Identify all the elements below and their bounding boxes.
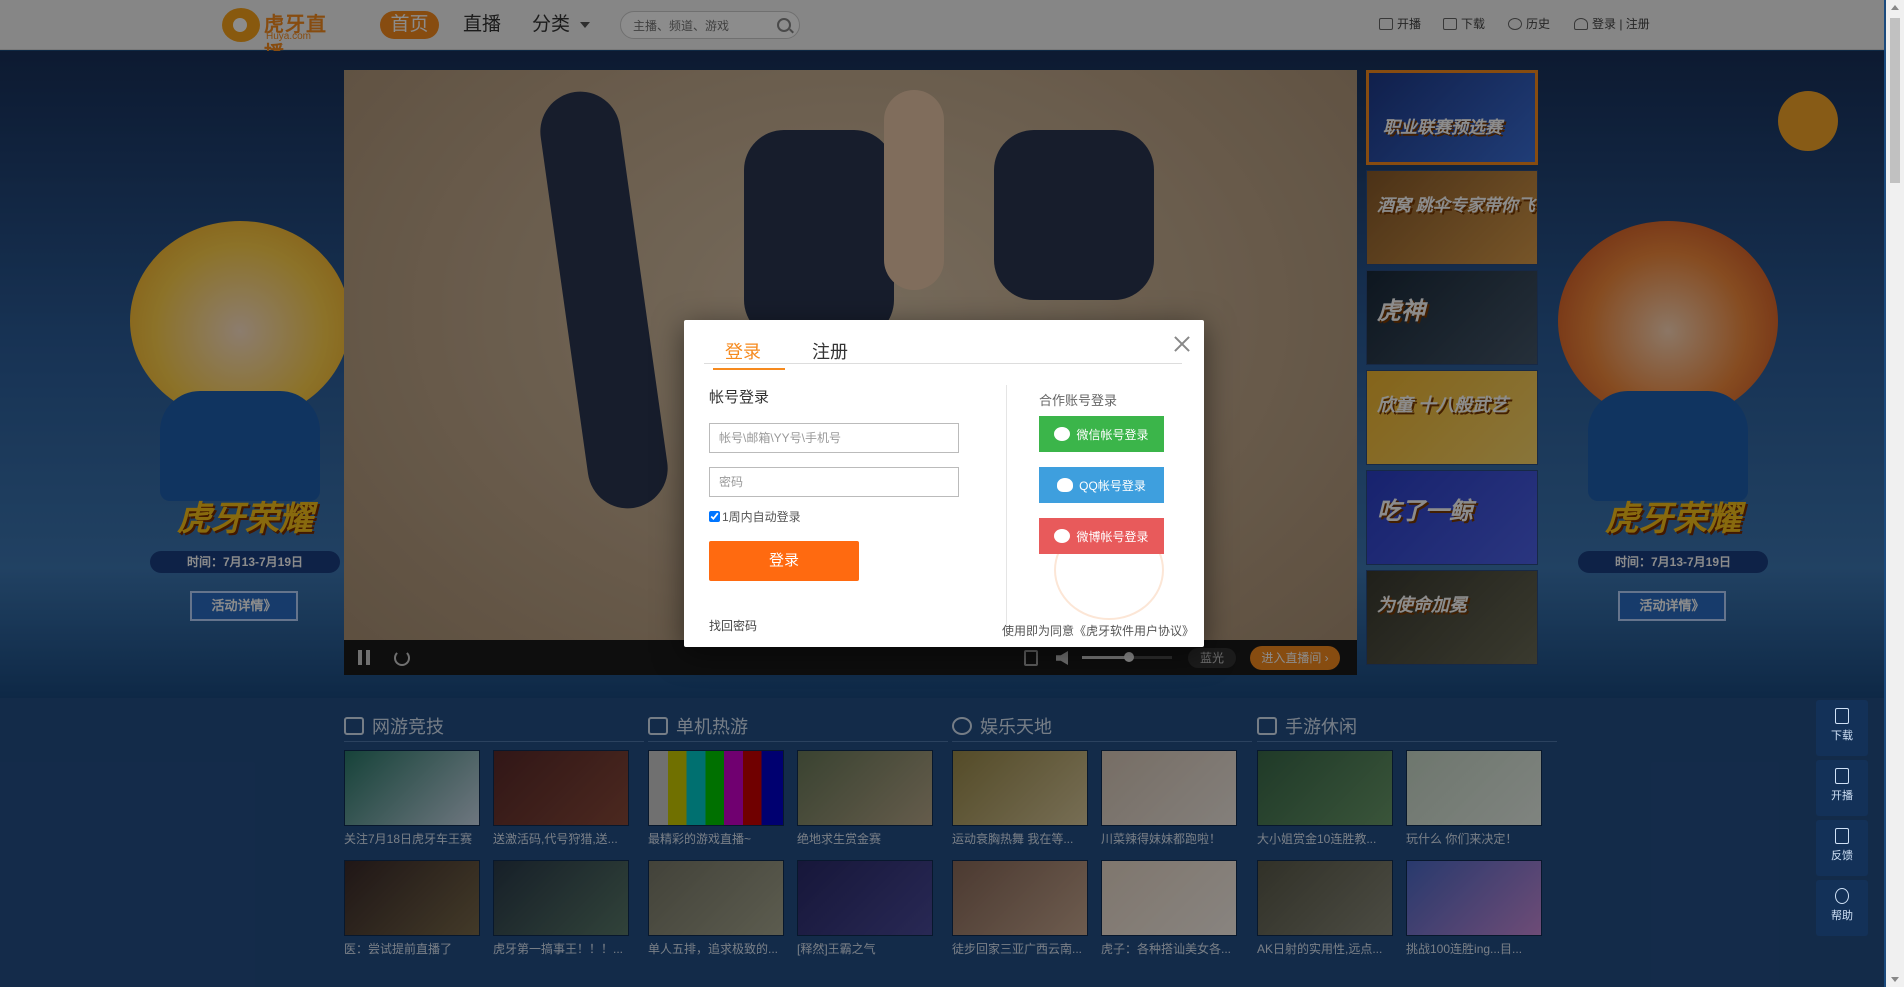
username-input[interactable] <box>710 424 958 452</box>
login-dialog: 登录 注册 帐号登录 1周内自动登录 登录 找回密码 合作账号登录 微信帐号登录… <box>684 320 1204 647</box>
remember-checkbox[interactable] <box>709 511 720 522</box>
help-icon <box>1835 888 1849 904</box>
qq-login-button[interactable]: QQ帐号登录 <box>1039 467 1164 503</box>
wechat-icon <box>1054 427 1071 441</box>
weibo-icon <box>1054 529 1071 543</box>
scroll-down-arrow-icon[interactable] <box>1891 977 1899 982</box>
account-login-title: 帐号登录 <box>709 389 770 406</box>
password-field <box>709 467 959 497</box>
user-agreement-link[interactable]: 《虎牙软件用户协议》 <box>1074 624 1194 638</box>
tab-register[interactable]: 注册 <box>812 338 848 364</box>
page-scrollbar[interactable] <box>1886 0 1904 987</box>
column-divider <box>1006 385 1007 635</box>
scroll-up-arrow-icon[interactable] <box>1891 5 1899 10</box>
side-feedback-button[interactable]: 反馈 <box>1816 820 1868 876</box>
camera-icon <box>1835 768 1849 784</box>
username-field <box>709 423 959 453</box>
remember-label: 1周内自动登录 <box>722 510 801 524</box>
password-input[interactable] <box>710 468 958 496</box>
side-help-button[interactable]: 帮助 <box>1816 880 1868 936</box>
weibo-login-button[interactable]: 微博帐号登录 <box>1039 518 1164 554</box>
tab-login[interactable]: 登录 <box>713 338 785 370</box>
login-button[interactable]: 登录 <box>709 541 859 581</box>
scrollbar-thumb[interactable] <box>1890 18 1900 183</box>
remember-me[interactable]: 1周内自动登录 <box>709 508 801 525</box>
side-download-button[interactable]: 下载 <box>1816 700 1868 756</box>
forgot-password-link[interactable]: 找回密码 <box>709 617 757 634</box>
agreement-text: 使用即为同意《虎牙软件用户协议》 <box>1002 624 1195 638</box>
login-tabs: 登录 注册 <box>704 332 1182 370</box>
download-icon <box>1835 708 1849 724</box>
side-stream-button[interactable]: 开播 <box>1816 760 1868 816</box>
feedback-icon <box>1835 828 1849 844</box>
qq-icon <box>1057 478 1074 492</box>
partner-login-title: 合作账号登录 <box>1039 393 1118 408</box>
wechat-login-button[interactable]: 微信帐号登录 <box>1039 416 1164 452</box>
